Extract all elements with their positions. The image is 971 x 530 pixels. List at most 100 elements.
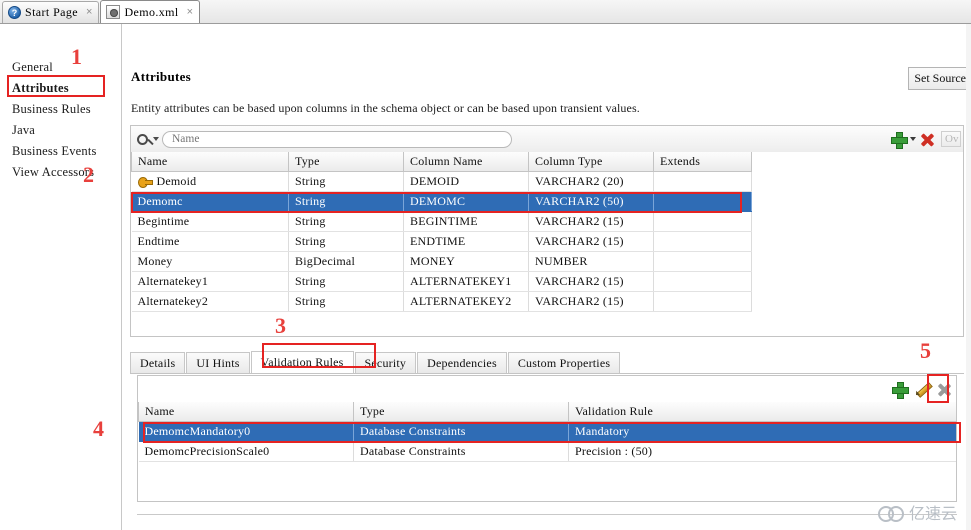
cell-column-type: VARCHAR2 (20) [528, 171, 654, 192]
cell-column-type: VARCHAR2 (15) [528, 231, 654, 252]
attributes-table: Name Type Column Name Column Type Extend… [131, 152, 752, 312]
table-header-row: Name Type Validation Rule [138, 402, 956, 422]
column-header-name[interactable]: Name [131, 152, 289, 172]
editor-tab-demo-xml[interactable]: Demo.xml × [100, 0, 201, 23]
search-input[interactable] [162, 130, 512, 148]
attributes-panel: Attributes Entity attributes can be base… [123, 25, 971, 530]
cell-name: Alternatekey2 [131, 291, 289, 312]
plus-icon[interactable] [892, 381, 909, 399]
table-row[interactable]: Alternatekey1 String ALTERNATEKEY1 VARCH… [131, 271, 752, 292]
plus-icon[interactable] [891, 131, 908, 149]
watermark: 亿速云 [877, 500, 957, 524]
close-icon[interactable]: × [86, 7, 92, 18]
editor-tab-strip: ? Start Page × Demo.xml × [0, 0, 971, 24]
cell-column-name: MONEY [403, 251, 529, 272]
chevron-down-icon [153, 137, 159, 141]
cell-name: Demomc [131, 191, 289, 212]
table-row[interactable]: Alternatekey2 String ALTERNATEKEY2 VARCH… [131, 291, 752, 312]
attributes-table-container[interactable]: Name Type Column Name Column Type Extend… [130, 152, 964, 337]
sidebar-item-general[interactable]: General [12, 60, 53, 75]
validation-table-container[interactable]: Name Type Validation Rule DemomcMandator… [137, 402, 957, 502]
tab-security[interactable]: Security [354, 352, 417, 373]
application-window: ? Start Page × Demo.xml × General Attrib… [0, 0, 971, 530]
chevron-down-icon[interactable] [910, 137, 916, 141]
search-icon[interactable] [137, 130, 159, 148]
editor-tab-start-page[interactable]: ? Start Page × [2, 1, 100, 23]
attributes-toolbar-actions: Ov [891, 131, 963, 149]
cell-extends [653, 211, 752, 232]
cell-rule: Precision : (50) [568, 441, 956, 462]
validation-toolbar [137, 375, 957, 402]
cell-type: String [288, 291, 404, 312]
close-icon[interactable]: × [187, 6, 193, 18]
watermark-text: 亿速云 [908, 504, 957, 523]
cell-extends [653, 231, 752, 252]
set-source-button[interactable]: Set Source [908, 67, 971, 90]
table-row[interactable]: Endtime String ENDTIME VARCHAR2 (15) [131, 231, 752, 252]
cell-name: DemomcPrecisionScale0 [138, 441, 354, 462]
column-header-column-name[interactable]: Column Name [403, 152, 529, 172]
primary-key-icon [137, 177, 153, 188]
cell-column-name: ALTERNATEKEY2 [403, 291, 529, 312]
delete-x-icon[interactable] [937, 382, 952, 397]
tab-dependencies[interactable]: Dependencies [417, 352, 507, 373]
cell-type: String [288, 211, 404, 232]
column-header-column-type[interactable]: Column Type [528, 152, 654, 172]
table-row[interactable]: DemomcMandatory0 Database Constraints Ma… [138, 421, 956, 442]
cell-column-type: VARCHAR2 (15) [528, 291, 654, 312]
sidebar-item-view-accessors[interactable]: View Accessors [12, 165, 94, 180]
page-title: Attributes [131, 69, 192, 84]
attributes-filter-toolbar: Ov [130, 125, 964, 152]
table-row[interactable]: Money BigDecimal MONEY NUMBER [131, 251, 752, 272]
cell-name: Begintime [131, 211, 289, 232]
cell-column-type: VARCHAR2 (15) [528, 271, 654, 292]
cell-name: Alternatekey1 [131, 271, 289, 292]
cell-column-name: DEMOMC [403, 191, 529, 212]
tab-ui-hints[interactable]: UI Hints [186, 352, 250, 373]
table-header-row: Name Type Column Name Column Type Extend… [131, 152, 752, 172]
cell-type: String [288, 271, 404, 292]
table-row[interactable]: Demomc String DEMOMC VARCHAR2 (50) [131, 191, 752, 212]
panel-description: Entity attributes can be based upon colu… [131, 101, 640, 115]
delete-x-icon[interactable] [920, 132, 935, 147]
sidebar-item-attributes[interactable]: Attributes [12, 81, 69, 96]
table-row[interactable]: Demoid String DEMOID VARCHAR2 (20) [131, 171, 752, 192]
cell-column-name: ENDTIME [403, 231, 529, 252]
cell-type: Database Constraints [353, 421, 569, 442]
cell-extends [653, 191, 752, 212]
cell-column-name: ALTERNATEKEY1 [403, 271, 529, 292]
sidebar-item-business-rules[interactable]: Business Rules [12, 102, 91, 117]
validation-rules-table: Name Type Validation Rule DemomcMandator… [138, 402, 956, 462]
sidebar-item-business-events[interactable]: Business Events [12, 144, 97, 159]
editor-tab-label: Demo.xml [124, 4, 179, 19]
help-circle-icon: ? [8, 6, 21, 19]
tab-details[interactable]: Details [130, 352, 186, 373]
vertical-scrollbar[interactable] [966, 24, 971, 530]
section-divider [137, 514, 957, 515]
column-header-validation-rule[interactable]: Validation Rule [568, 402, 956, 422]
sidebar-item-java[interactable]: Java [12, 123, 35, 138]
detail-tab-bar: Details UI Hints Validation Rules Securi… [130, 351, 964, 374]
column-header-name[interactable]: Name [138, 402, 354, 422]
table-row[interactable]: DemomcPrecisionScale0 Database Constrain… [138, 441, 956, 462]
cell-name: DemomcMandatory0 [138, 421, 354, 442]
overview-button[interactable]: Ov [941, 131, 961, 147]
cell-column-type: NUMBER [528, 251, 654, 272]
column-header-type[interactable]: Type [288, 152, 404, 172]
cell-column-type: VARCHAR2 (50) [528, 191, 654, 212]
cell-type: Database Constraints [353, 441, 569, 462]
cell-type: String [288, 171, 404, 192]
cell-column-name: BEGINTIME [403, 211, 529, 232]
cell-column-name: DEMOID [403, 171, 529, 192]
sidebar: General Attributes Business Rules Java B… [0, 24, 122, 530]
column-header-extends[interactable]: Extends [653, 152, 752, 172]
tab-validation-rules[interactable]: Validation Rules [250, 351, 354, 373]
cell-extends [653, 271, 752, 292]
tab-custom-properties[interactable]: Custom Properties [507, 352, 621, 373]
column-header-type[interactable]: Type [353, 402, 569, 422]
cell-type: BigDecimal [288, 251, 404, 272]
cloud-icon [877, 505, 904, 522]
pencil-icon[interactable] [914, 381, 930, 397]
cell-name: Endtime [131, 231, 289, 252]
table-row[interactable]: Begintime String BEGINTIME VARCHAR2 (15) [131, 211, 752, 232]
